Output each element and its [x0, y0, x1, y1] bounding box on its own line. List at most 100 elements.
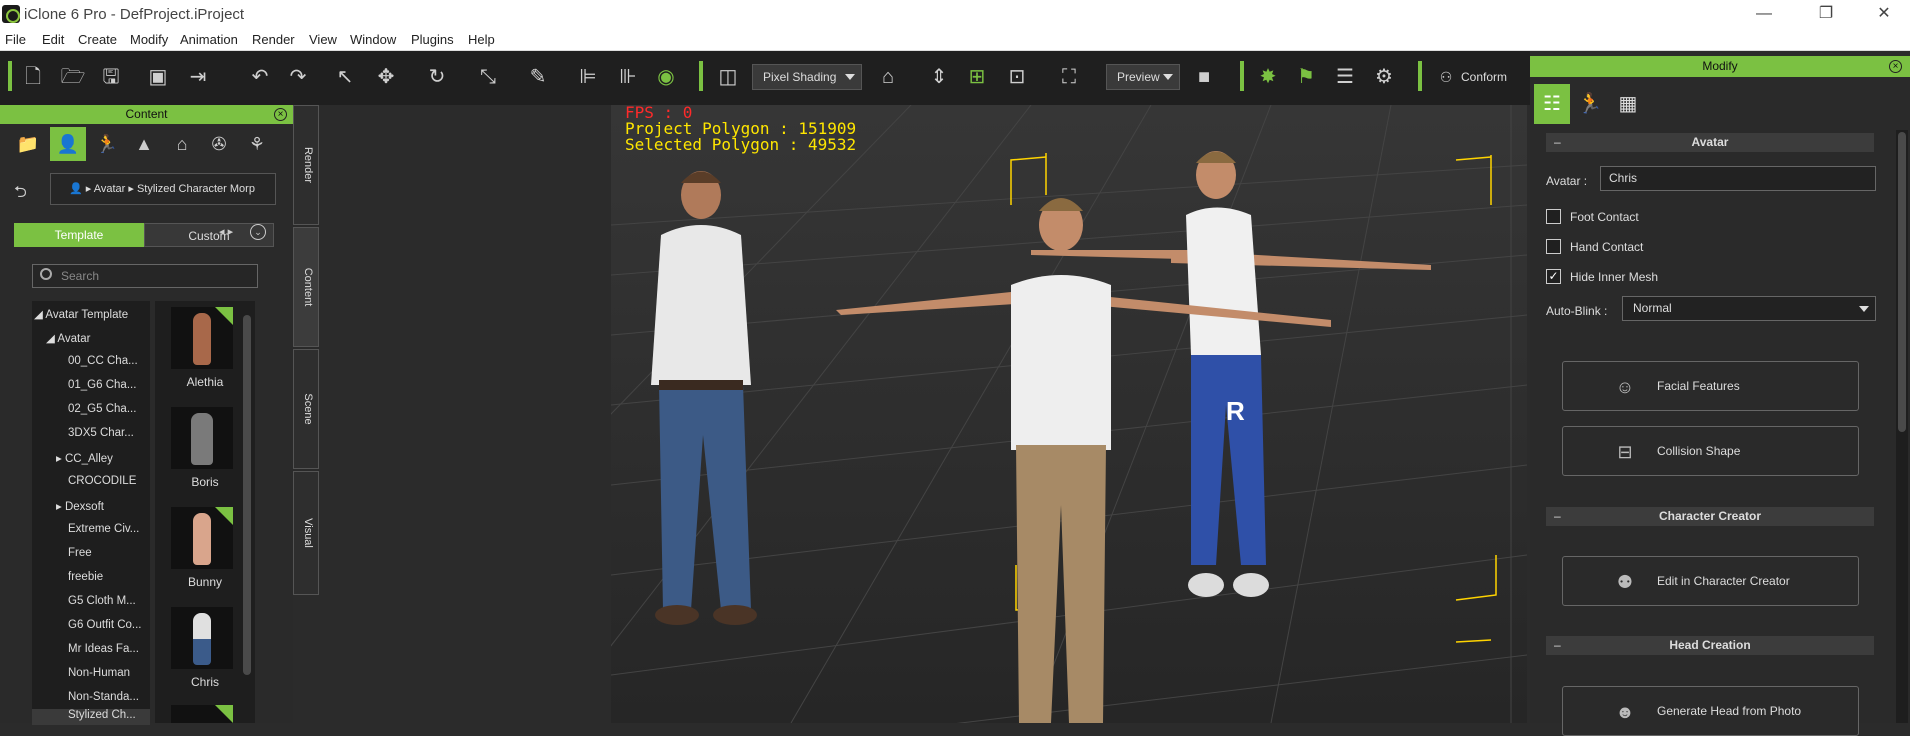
menu-modify[interactable]: Modify	[130, 32, 168, 47]
brush-tool-icon[interactable]: ✎	[524, 63, 552, 91]
modify-scrollbar[interactable]	[1896, 130, 1908, 723]
home-camera-icon[interactable]: ⌂	[874, 63, 902, 91]
align-icon[interactable]: ⊫	[574, 63, 602, 91]
redo-icon[interactable]: ↷	[284, 63, 312, 91]
facial-features-button[interactable]: ☺ Facial Features	[1562, 361, 1859, 411]
thumbnail-bunny[interactable]	[171, 507, 233, 569]
hide-inner-mesh-checkbox[interactable]: ✓	[1546, 269, 1561, 284]
tree-item[interactable]: Non-Human	[68, 667, 130, 679]
camera-icon[interactable]: ■	[1190, 63, 1218, 91]
vtab-content[interactable]: Content	[293, 227, 319, 347]
generate-head-from-photo-button[interactable]: ☻ Generate Head from Photo	[1562, 686, 1859, 736]
rotate-tool-icon[interactable]: ↻	[423, 63, 451, 91]
tree-item[interactable]: Extreme Civ...	[68, 523, 139, 535]
tree-item[interactable]: G6 Outfit Co...	[68, 619, 142, 631]
tree-item[interactable]: Free	[68, 547, 92, 559]
flag-icon[interactable]: ⚑	[1292, 63, 1320, 91]
close-modify-panel-icon[interactable]: ×	[1889, 60, 1902, 73]
tree-item[interactable]: 01_G6 Cha...	[68, 379, 136, 391]
menu-plugins[interactable]: Plugins	[411, 32, 454, 47]
tree-item[interactable]: CROCODILE	[68, 475, 136, 487]
conform-button[interactable]: Conform	[1461, 70, 1507, 84]
template-tab-icon[interactable]: ⚘	[239, 127, 275, 161]
tree-item[interactable]: ▸ Dexsoft	[56, 499, 104, 513]
maximize-button[interactable]: ❐	[1806, 3, 1846, 25]
vtab-render[interactable]: Render	[293, 105, 319, 225]
vtab-scene[interactable]: Scene	[293, 349, 319, 469]
tree-item[interactable]: G5 Cloth M...	[68, 595, 136, 607]
search-input[interactable]: Search	[32, 264, 258, 288]
modify-scrollbar-thumb[interactable]	[1898, 132, 1906, 432]
viewport-layout-icon[interactable]: ◫	[714, 63, 742, 91]
undo-icon[interactable]: ↶	[246, 63, 274, 91]
media-tab-icon[interactable]: ✇	[201, 127, 237, 161]
tree-item[interactable]: ▸ CC_Alley	[56, 451, 113, 465]
minimize-button[interactable]: —	[1744, 3, 1784, 25]
back-icon[interactable]: ⮌	[14, 181, 27, 208]
options-chevron-icon[interactable]: ⌄	[250, 224, 266, 240]
menu-edit[interactable]: Edit	[42, 32, 64, 47]
edit-in-character-creator-button[interactable]: ⚉ Edit in Character Creator	[1562, 556, 1859, 606]
thumbnail-chris[interactable]	[171, 607, 233, 669]
export-icon[interactable]: ▣	[144, 63, 172, 91]
hand-contact-checkbox[interactable]	[1546, 239, 1561, 254]
tree-item[interactable]: 02_G5 Cha...	[68, 403, 136, 415]
zoom-extents-icon[interactable]: ⛶	[1055, 63, 1083, 91]
breadcrumb-stylized[interactable]: Stylized Character Morp	[137, 183, 255, 195]
move-tool-icon[interactable]: ✥	[372, 63, 400, 91]
modify-properties-tab-icon[interactable]: ☷	[1534, 84, 1570, 124]
thumbnail-next[interactable]	[171, 705, 233, 723]
tab-template[interactable]: Template	[14, 223, 144, 247]
checklist-icon[interactable]: ☰	[1331, 63, 1359, 91]
select-tool-icon[interactable]: ↖	[331, 63, 359, 91]
stage-tab-icon[interactable]: ▲	[126, 127, 162, 161]
section-avatar[interactable]: – Avatar	[1546, 133, 1874, 152]
breadcrumb[interactable]: 👤 ▸ Avatar ▸ Stylized Character Morp	[50, 173, 276, 205]
tree-item[interactable]: freebie	[68, 571, 103, 583]
menu-render[interactable]: Render	[252, 32, 295, 47]
open-project-icon[interactable]: 🗁	[59, 63, 87, 91]
modify-material-tab-icon[interactable]: ▦	[1610, 84, 1646, 124]
foot-contact-checkbox[interactable]	[1546, 209, 1561, 224]
motion-tab-icon[interactable]: 🏃	[89, 127, 125, 161]
close-content-panel-icon[interactable]: ×	[274, 108, 287, 121]
section-head-creation[interactable]: – Head Creation	[1546, 636, 1874, 655]
tree-item[interactable]: 3DX5 Char...	[68, 427, 134, 439]
section-character-creator[interactable]: – Character Creator	[1546, 507, 1874, 526]
distribute-icon[interactable]: ⊪	[614, 63, 642, 91]
menu-window[interactable]: Window	[350, 32, 396, 47]
avatar-tab-icon[interactable]: 👤	[50, 127, 86, 161]
tab-scroll-arrows-icon[interactable]: ◂ ▸	[219, 225, 233, 238]
set-tab-icon[interactable]: ⌂	[164, 127, 200, 161]
collision-shape-button[interactable]: ⊟ Collision Shape	[1562, 426, 1859, 476]
tree-item[interactable]: Mr Ideas Fa...	[68, 643, 139, 655]
modify-motion-tab-icon[interactable]: 🏃	[1572, 84, 1608, 124]
save-project-icon[interactable]: 🖫	[97, 63, 125, 91]
new-project-icon[interactable]: 🗋	[19, 63, 47, 91]
menu-file[interactable]: File	[5, 32, 26, 47]
character-pose-icon[interactable]: ✸	[1254, 63, 1282, 91]
tree-item[interactable]: 00_CC Cha...	[68, 355, 138, 367]
scale-tool-icon[interactable]: ⤡	[474, 63, 502, 91]
menu-view[interactable]: View	[309, 32, 337, 47]
visibility-eye-icon[interactable]: ◉	[652, 63, 680, 91]
tree-item[interactable]: ◢ Avatar	[46, 331, 90, 345]
vtab-visual[interactable]: Visual	[293, 471, 319, 595]
motion-path-icon[interactable]: ⚙	[1370, 63, 1398, 91]
thumbnail-scrollbar[interactable]	[243, 315, 251, 675]
tree-item[interactable]: Non-Standa...	[68, 691, 139, 703]
auto-blink-select[interactable]: Normal	[1622, 296, 1876, 321]
menu-create[interactable]: Create	[78, 32, 117, 47]
avatar-name-field[interactable]: Chris	[1600, 166, 1876, 191]
thumbnail-boris[interactable]	[171, 407, 233, 469]
menu-help[interactable]: Help	[468, 32, 495, 47]
shading-mode-select[interactable]: Pixel Shading	[752, 64, 862, 90]
pick-center-icon[interactable]: ⊞	[963, 63, 991, 91]
3d-viewport[interactable]: R FPS : 0 Project Polygon : 151909 Selec…	[611, 105, 1527, 723]
tree-item[interactable]: ◢ Avatar Template	[34, 307, 128, 321]
menu-animation[interactable]: Animation	[180, 32, 238, 47]
breadcrumb-avatar[interactable]: Avatar	[94, 183, 126, 195]
preview-quality-select[interactable]: Preview	[1106, 64, 1180, 90]
project-folder-icon[interactable]: 📁	[10, 127, 46, 161]
exit-icon[interactable]: ⇥	[184, 63, 212, 91]
